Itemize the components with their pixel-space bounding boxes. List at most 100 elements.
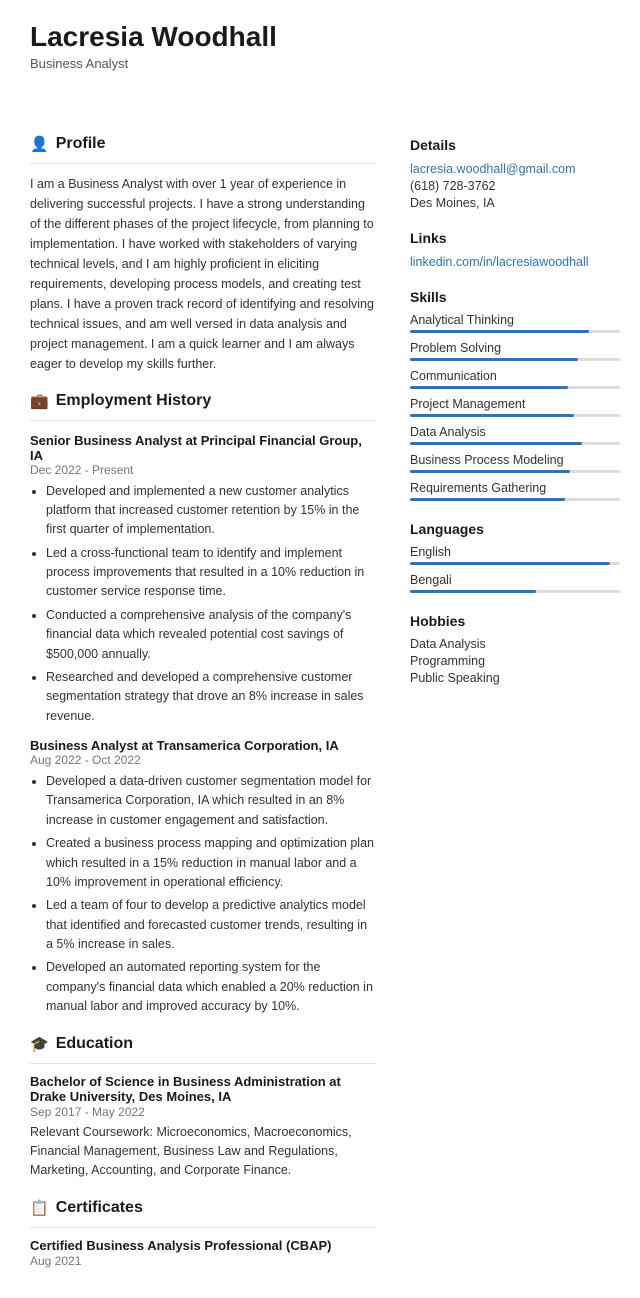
skill-item-1: Problem Solving xyxy=(410,341,620,361)
skill-bar-bg-5 xyxy=(410,470,620,473)
skills-list: Analytical Thinking Problem Solving Commun… xyxy=(410,313,620,501)
skill-bar-bg-3 xyxy=(410,414,620,417)
education-list: Bachelor of Science in Business Administ… xyxy=(30,1074,376,1181)
cert-item-0: Certified Business Analysis Professional… xyxy=(30,1238,376,1268)
certificates-icon: 📋 xyxy=(30,1199,49,1217)
lang-item-0: English xyxy=(410,545,620,565)
job-bullet-0-1: Led a cross-functional team to identify … xyxy=(46,544,376,602)
hobbies-list: Data Analysis Programming Public Speaking xyxy=(410,637,620,685)
edu-date-0: Sep 2017 - May 2022 xyxy=(30,1105,376,1119)
skill-label-2: Communication xyxy=(410,369,620,383)
certificates-section: 📋 Certificates Certified Business Analys… xyxy=(30,1199,376,1268)
phone: (618) 728-3762 xyxy=(410,179,620,193)
job-item-0: Senior Business Analyst at Principal Fin… xyxy=(30,433,376,727)
right-column: Details lacresia.woodhall@gmail.com (618… xyxy=(400,117,640,1268)
lang-bar-bg-0 xyxy=(410,562,620,565)
job-bullets-1: Developed a data-driven customer segment… xyxy=(30,772,376,1017)
links-section: Links linkedin.com/in/lacresiawoodhall xyxy=(410,230,620,269)
edu-item-0: Bachelor of Science in Business Administ… xyxy=(30,1074,376,1181)
candidate-name: Lacresia Woodhall xyxy=(30,20,610,54)
skill-bar-bg-0 xyxy=(410,330,620,333)
profile-divider xyxy=(30,163,376,164)
profile-icon: 👤 xyxy=(30,135,49,153)
skill-bar-fill-2 xyxy=(410,386,568,389)
lang-label-1: Bengali xyxy=(410,573,620,587)
languages-title: Languages xyxy=(410,521,620,537)
employment-divider xyxy=(30,420,376,421)
hobby-item-0: Data Analysis xyxy=(410,637,620,651)
education-section: 🎓 Education Bachelor of Science in Busin… xyxy=(30,1035,376,1181)
skill-bar-fill-5 xyxy=(410,470,570,473)
skill-bar-fill-6 xyxy=(410,498,565,501)
skill-label-1: Problem Solving xyxy=(410,341,620,355)
skill-bar-fill-1 xyxy=(410,358,578,361)
job-title-0: Senior Business Analyst at Principal Fin… xyxy=(30,433,376,463)
lang-label-0: English xyxy=(410,545,620,559)
hobbies-section: Hobbies Data Analysis Programming Public S… xyxy=(410,613,620,685)
job-bullet-0-0: Developed and implemented a new customer… xyxy=(46,482,376,540)
education-section-title: 🎓 Education xyxy=(30,1035,376,1053)
skill-item-6: Requirements Gathering xyxy=(410,481,620,501)
education-icon: 🎓 xyxy=(30,1035,49,1053)
skill-bar-bg-6 xyxy=(410,498,620,501)
employment-section: 💼 Employment History Senior Business Ana… xyxy=(30,392,376,1017)
cert-title-0: Certified Business Analysis Professional… xyxy=(30,1238,376,1253)
job-bullet-1-1: Created a business process mapping and o… xyxy=(46,834,376,892)
lang-bar-fill-0 xyxy=(410,562,610,565)
skills-title: Skills xyxy=(410,289,620,305)
left-column: 👤 Profile I am a Business Analyst with o… xyxy=(0,117,400,1268)
employment-section-title: 💼 Employment History xyxy=(30,392,376,410)
lang-bar-bg-1 xyxy=(410,590,620,593)
languages-section: Languages English Bengali xyxy=(410,521,620,593)
skill-bar-bg-4 xyxy=(410,442,620,445)
skill-item-3: Project Management xyxy=(410,397,620,417)
job-date-0: Dec 2022 - Present xyxy=(30,463,376,477)
certificates-section-title: 📋 Certificates xyxy=(30,1199,376,1217)
skill-item-0: Analytical Thinking xyxy=(410,313,620,333)
lang-bar-fill-1 xyxy=(410,590,536,593)
languages-list: English Bengali xyxy=(410,545,620,593)
skill-bar-fill-3 xyxy=(410,414,574,417)
hobby-item-1: Programming xyxy=(410,654,620,668)
job-item-1: Business Analyst at Transamerica Corpora… xyxy=(30,738,376,1017)
skill-label-4: Data Analysis xyxy=(410,425,620,439)
skill-label-0: Analytical Thinking xyxy=(410,313,620,327)
links-title: Links xyxy=(410,230,620,246)
job-bullet-0-2: Conducted a comprehensive analysis of th… xyxy=(46,606,376,664)
profile-section: 👤 Profile I am a Business Analyst with o… xyxy=(30,135,376,374)
candidate-title: Business Analyst xyxy=(30,56,610,71)
edu-title-0: Bachelor of Science in Business Administ… xyxy=(30,1074,376,1104)
certificates-list: Certified Business Analysis Professional… xyxy=(30,1238,376,1268)
skill-item-2: Communication xyxy=(410,369,620,389)
education-divider xyxy=(30,1063,376,1064)
hobby-item-2: Public Speaking xyxy=(410,671,620,685)
location: Des Moines, IA xyxy=(410,196,620,210)
hobbies-title: Hobbies xyxy=(410,613,620,629)
skill-label-3: Project Management xyxy=(410,397,620,411)
jobs-list: Senior Business Analyst at Principal Fin… xyxy=(30,433,376,1017)
job-bullet-1-3: Developed an automated reporting system … xyxy=(46,958,376,1016)
edu-text-0: Relevant Coursework: Microeconomics, Mac… xyxy=(30,1123,376,1181)
details-title: Details xyxy=(410,137,620,153)
employment-icon: 💼 xyxy=(30,392,49,410)
skill-bar-fill-0 xyxy=(410,330,589,333)
certificates-divider xyxy=(30,1227,376,1228)
profile-text: I am a Business Analyst with over 1 year… xyxy=(30,174,376,374)
skill-item-4: Data Analysis xyxy=(410,425,620,445)
lang-item-1: Bengali xyxy=(410,573,620,593)
skill-label-5: Business Process Modeling xyxy=(410,453,620,467)
profile-section-title: 👤 Profile xyxy=(30,135,376,153)
job-title-1: Business Analyst at Transamerica Corpora… xyxy=(30,738,376,753)
skill-item-5: Business Process Modeling xyxy=(410,453,620,473)
job-date-1: Aug 2022 - Oct 2022 xyxy=(30,753,376,767)
skill-label-6: Requirements Gathering xyxy=(410,481,620,495)
job-bullets-0: Developed and implemented a new customer… xyxy=(30,482,376,727)
job-bullet-1-2: Led a team of four to develop a predicti… xyxy=(46,896,376,954)
linkedin-link[interactable]: linkedin.com/in/lacresiawoodhall xyxy=(410,255,589,269)
cert-date-0: Aug 2021 xyxy=(30,1254,376,1268)
email-link[interactable]: lacresia.woodhall@gmail.com xyxy=(410,162,576,176)
resume-body: 👤 Profile I am a Business Analyst with o… xyxy=(0,87,640,1298)
job-bullet-0-3: Researched and developed a comprehensive… xyxy=(46,668,376,726)
resume-header: Lacresia Woodhall Business Analyst xyxy=(0,0,640,87)
skill-bar-bg-1 xyxy=(410,358,620,361)
